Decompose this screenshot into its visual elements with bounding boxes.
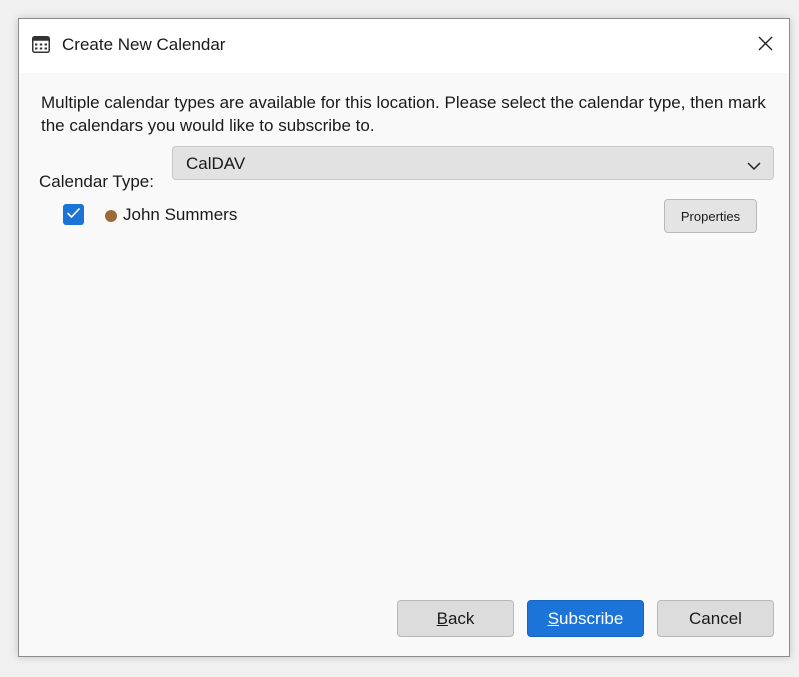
close-icon[interactable]: [758, 36, 773, 56]
calendar-checkbox[interactable]: [63, 204, 84, 225]
back-button-accesskey: B: [436, 608, 448, 628]
dialog-title: Create New Calendar: [62, 35, 226, 54]
calendar-name: John Summers: [123, 205, 238, 224]
back-button-label: ack: [447, 608, 475, 628]
calendar-type-label: Calendar Type:: [39, 172, 154, 191]
checkmark-icon: [66, 206, 81, 224]
calendar-color-dot: [105, 210, 117, 222]
calendar-type-select[interactable]: CalDAV: [172, 146, 774, 180]
back-button[interactable]: Back: [397, 600, 514, 637]
subscribe-button-label: ubscribe: [559, 608, 624, 628]
properties-button[interactable]: Properties: [664, 199, 757, 233]
subscribe-button[interactable]: Subscribe: [527, 600, 644, 637]
title-bar: Create New Calendar: [19, 19, 789, 73]
create-calendar-dialog: Create New Calendar Multiple calendar ty…: [18, 18, 790, 657]
calendar-list-item: John Summers Properties: [19, 199, 789, 241]
cancel-button[interactable]: Cancel: [657, 600, 774, 637]
calendar-type-value: CalDAV: [186, 154, 246, 173]
calendar-icon: [32, 36, 50, 53]
close-button[interactable]: [745, 27, 785, 65]
chevron-down-icon: [747, 158, 761, 171]
subscribe-button-accesskey: S: [547, 608, 560, 628]
instructions-text: Multiple calendar types are available fo…: [41, 93, 766, 135]
